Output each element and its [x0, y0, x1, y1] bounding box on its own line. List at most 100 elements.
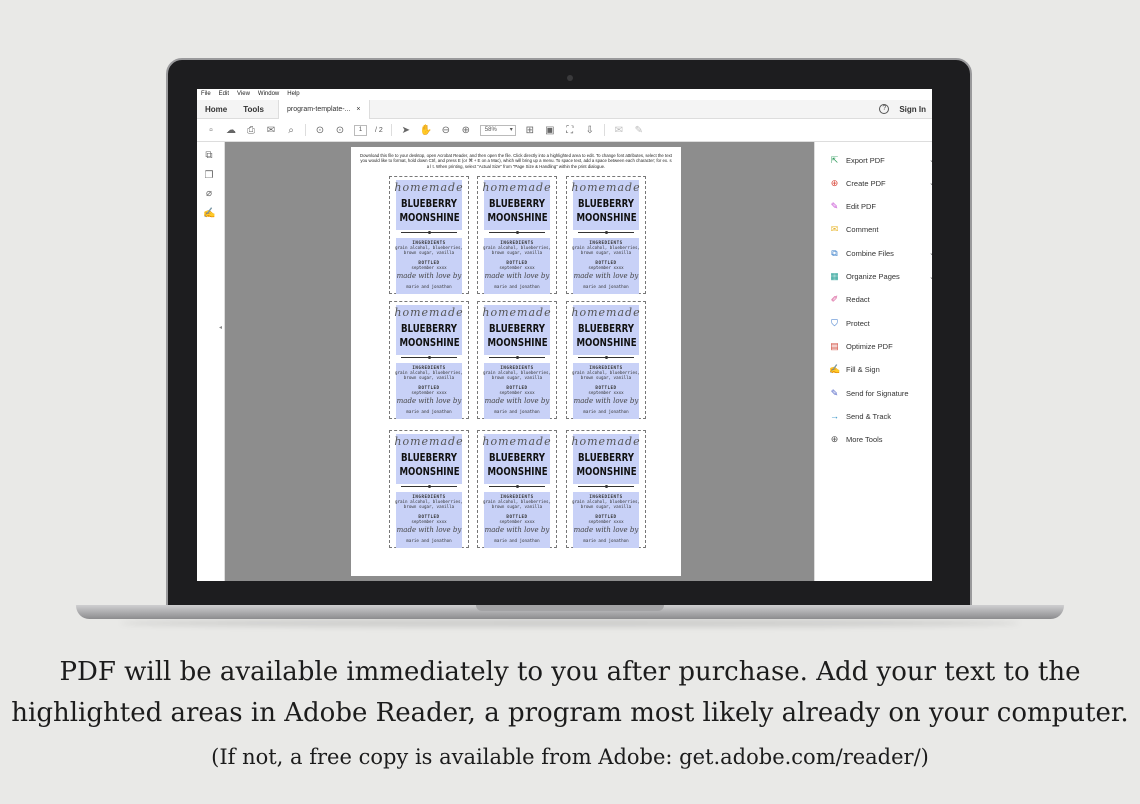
label-makers: marie and jonathon	[406, 284, 452, 289]
menu-view[interactable]: View	[237, 89, 250, 100]
collapse-arrow-icon[interactable]: ◂	[219, 324, 222, 331]
label-bottled-date: september xxxx	[588, 265, 624, 270]
document-viewport[interactable]: Download this file to your desktop, open…	[225, 142, 814, 581]
tool-item[interactable]: ⧉ Combine Files ⌄	[829, 247, 932, 259]
chevron-down-icon[interactable]: ⌄	[929, 273, 932, 281]
caption-line-3: (If not, a free copy is available from A…	[211, 745, 929, 769]
label-card: homemade BLUEBERRY MOONSHINE INGREDIENTS…	[477, 176, 557, 294]
toolbar-divider	[603, 124, 605, 136]
tool-item[interactable]: → Send & Track	[829, 410, 932, 422]
label-script-title: homemade	[571, 435, 641, 448]
label-bottled-date: september xxxx	[588, 519, 624, 524]
caption-line-2: highlighted areas in Adobe Reader, a pro…	[11, 698, 1129, 728]
tab-tools[interactable]: Tools	[235, 105, 272, 114]
label-divider-dot	[604, 356, 608, 359]
label-makers: marie and jonathon	[406, 409, 452, 414]
highlight-icon[interactable]: ✎	[633, 124, 645, 136]
close-icon[interactable]: ×	[356, 106, 360, 113]
page-number-input[interactable]: 1	[354, 124, 367, 136]
label-made-with: made with love by	[573, 526, 639, 534]
chevron-down-icon[interactable]: ⌄	[929, 249, 932, 257]
tool-item[interactable]: ✍ Fill & Sign	[829, 364, 932, 376]
save-icon[interactable]: ▫	[205, 124, 217, 136]
menu-file[interactable]: File	[201, 89, 211, 100]
label-script-title: homemade	[394, 435, 464, 448]
tool-item[interactable]: ✎ Edit PDF	[829, 201, 932, 213]
label-content: homemade BLUEBERRY MOONSHINE INGREDIENTS…	[481, 180, 553, 294]
send-track-icon: →	[830, 410, 839, 421]
tool-label: Edit PDF	[846, 202, 877, 212]
comment-toolbar-icon[interactable]: ✉	[613, 124, 625, 136]
print-icon[interactable]: ⎙	[245, 124, 257, 136]
label-line-1: BLUEBERRY	[488, 452, 546, 464]
select-cursor-icon[interactable]: ➤	[400, 124, 412, 136]
chevron-down-icon[interactable]: ⌄	[929, 179, 932, 187]
combine-files-icon: ⧉	[831, 247, 838, 258]
copy-icon[interactable]: ❐	[203, 170, 215, 182]
signature-icon[interactable]: ✍	[203, 208, 215, 220]
rotate-icon[interactable]: ▣	[544, 124, 556, 136]
label-ingredients-line-2: brown sugar, vanilla	[491, 250, 543, 255]
zoom-in-icon[interactable]: ⊕	[460, 124, 472, 136]
label-ingredients-line-2: brown sugar, vanilla	[580, 504, 632, 509]
toolbar: ▫ ☁ ⎙ ✉ ⌕ ⊙ ⊙ 1 / 2 ➤ ✋ ⊖ ⊕ 58% ⊞ ▣ ⛶ ⇩ …	[197, 119, 932, 142]
label-line-1: BLUEBERRY	[488, 323, 546, 335]
search-icon[interactable]: ⌕	[285, 124, 297, 136]
label-script-title: homemade	[482, 181, 552, 194]
label-makers: marie and jonathon	[494, 284, 540, 289]
page-thumbnails-icon[interactable]: ⧉	[203, 150, 215, 162]
tool-label: Protect	[846, 318, 870, 328]
zoom-select[interactable]: 58%	[479, 124, 516, 136]
label-card: homemade BLUEBERRY MOONSHINE INGREDIENTS…	[566, 430, 646, 548]
tab-home[interactable]: Home	[197, 105, 235, 114]
export-pdf-icon: ⇱	[830, 154, 839, 165]
label-made-with: made with love by	[396, 397, 462, 405]
label-line-1: BLUEBERRY	[400, 452, 458, 464]
tool-item[interactable]: ✎ Send for Signature	[829, 387, 932, 399]
tool-item[interactable]: ▤ Optimize PDF	[829, 340, 932, 352]
next-page-icon[interactable]: ⊙	[334, 124, 346, 136]
menu-window[interactable]: Window	[258, 89, 279, 100]
tab-document[interactable]: program-template-... ×	[277, 99, 370, 119]
chevron-down-icon[interactable]: ⌄	[929, 156, 932, 164]
tool-label: Comment	[846, 225, 879, 235]
scroll-mode-icon[interactable]: ⇩	[584, 124, 596, 136]
tool-item[interactable]: ⊕ Create PDF ⌄	[829, 177, 932, 189]
tab-bar: Home Tools program-template-... × ? Sign…	[197, 99, 932, 119]
label-divider-dot	[604, 485, 608, 488]
attachment-icon[interactable]: ⌀	[203, 188, 215, 200]
menu-edit[interactable]: Edit	[219, 89, 229, 100]
help-icon[interactable]: ?	[879, 104, 890, 114]
label-line-2: MOONSHINE	[487, 212, 548, 224]
label-line-2: MOONSHINE	[399, 212, 460, 224]
sign-in-button[interactable]: Sign In	[899, 105, 926, 114]
label-card: homemade BLUEBERRY MOONSHINE INGREDIENTS…	[477, 301, 557, 419]
tool-label: Create PDF	[846, 178, 886, 188]
send-signature-icon: ✎	[830, 387, 839, 398]
tools-panel: ⇱ Export PDF ⌄ ⊕ Create PDF ⌄ ✎ Edit PDF ✉ Commen…	[814, 142, 932, 581]
hand-tool-icon[interactable]: ✋	[420, 124, 432, 136]
label-script-title: homemade	[394, 306, 464, 319]
label-content: homemade BLUEBERRY MOONSHINE INGREDIENTS…	[570, 180, 642, 294]
tool-item[interactable]: ✉ Comment	[829, 224, 932, 236]
zoom-out-icon[interactable]: ⊖	[440, 124, 452, 136]
label-line-1: BLUEBERRY	[577, 323, 635, 335]
page-fit-icon[interactable]: ⊞	[524, 124, 536, 136]
label-makers: marie and jonathon	[494, 409, 540, 414]
upload-icon[interactable]: ☁	[225, 124, 237, 136]
tool-item[interactable]: ⇱ Export PDF ⌄	[829, 154, 932, 166]
tool-item[interactable]: ⛉ Protect	[829, 317, 932, 329]
tool-item[interactable]: ▦ Organize Pages ⌄	[829, 271, 932, 283]
label-line-2: MOONSHINE	[487, 337, 548, 349]
tool-item[interactable]: ⊕ More Tools	[829, 434, 932, 446]
previous-page-icon[interactable]: ⊙	[314, 124, 326, 136]
label-card: homemade BLUEBERRY MOONSHINE INGREDIENTS…	[566, 301, 646, 419]
full-screen-icon[interactable]: ⛶	[564, 124, 576, 136]
menu-help[interactable]: Help	[287, 89, 299, 100]
email-icon[interactable]: ✉	[265, 124, 277, 136]
label-ingredients-line-2: brown sugar, vanilla	[403, 504, 455, 509]
tool-label: Fill & Sign	[846, 365, 880, 375]
label-made-with: made with love by	[484, 272, 550, 280]
label-divider-dot	[515, 485, 519, 488]
tool-item[interactable]: ✐ Redact	[829, 294, 932, 306]
